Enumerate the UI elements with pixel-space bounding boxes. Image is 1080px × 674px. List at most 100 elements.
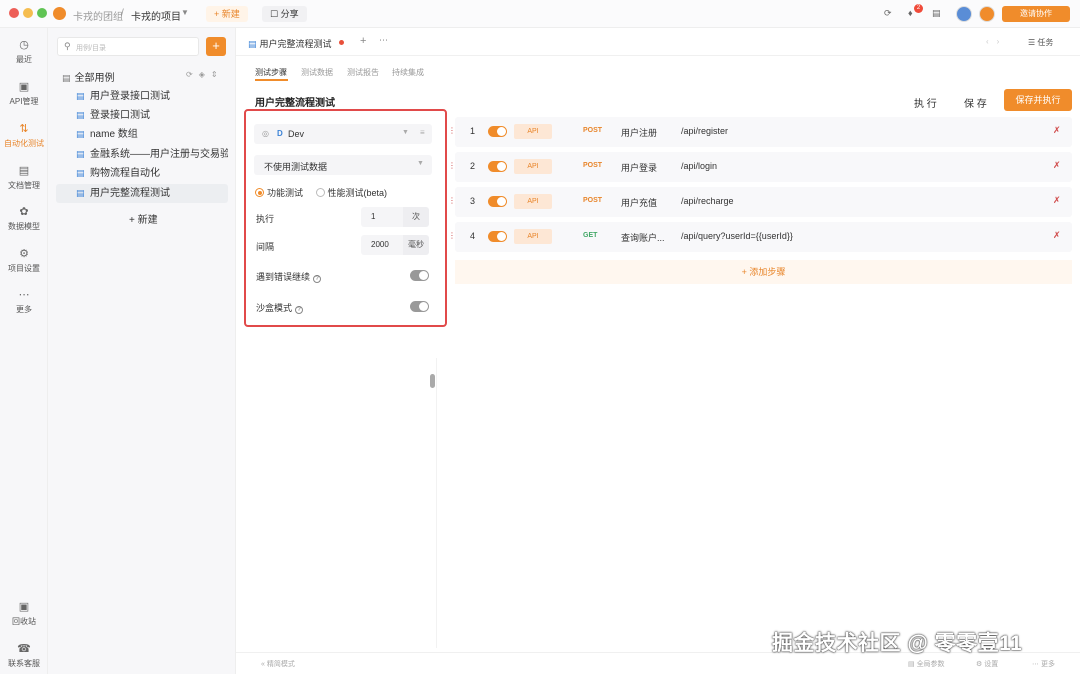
interval-input[interactable]: 2000 bbox=[361, 235, 403, 255]
settings-button[interactable]: ⚙ 设置 bbox=[976, 659, 998, 669]
invite-button[interactable]: 邀请协作 bbox=[1002, 6, 1070, 22]
nav-docs[interactable]: ▤ 文档管理 bbox=[0, 164, 48, 191]
case-tree: ⚲ 用例/目录 + ▤ 全部用例 ⟳◈⇕ ▤ 用户登录接口测试 ▤ 登录接口测试 ▤ n… bbox=[48, 28, 236, 674]
share-button[interactable]: ☐ 分享 bbox=[262, 6, 307, 22]
breadcrumb-project[interactable]: 卡戎的项目 bbox=[131, 8, 181, 23]
chevron-down-icon: ▼ bbox=[417, 160, 424, 167]
case-icon: ▤ bbox=[76, 110, 85, 120]
chevron-down-icon[interactable]: ▼ bbox=[181, 8, 189, 17]
breadcrumb-team[interactable]: 卡戎的团组 bbox=[73, 8, 123, 23]
message-icon[interactable]: ▤ bbox=[932, 8, 941, 19]
add-tab-button[interactable]: + bbox=[360, 35, 366, 47]
tree-item-selected[interactable]: ▤ 用户完整流程测试 bbox=[56, 184, 228, 203]
nav-support[interactable]: ☎ 联系客服 bbox=[0, 642, 48, 669]
step-row[interactable]: ⋮ 4 API GET 查询账户... /api/query?userId={{… bbox=[448, 222, 1072, 252]
unlink-icon[interactable]: ✗ bbox=[1053, 195, 1061, 206]
add-step-button[interactable]: + 添加步骤 bbox=[455, 260, 1072, 284]
nav-more[interactable]: ⋯ 更多 bbox=[0, 288, 48, 315]
close-window-button[interactable] bbox=[9, 8, 19, 18]
zoom-window-button[interactable] bbox=[37, 8, 47, 18]
tab-data[interactable]: 测试数据 bbox=[301, 67, 333, 78]
run-button[interactable]: 执 行 bbox=[914, 95, 937, 110]
more-icon: ⋯ bbox=[1032, 661, 1041, 668]
unlink-icon[interactable]: ✗ bbox=[1053, 230, 1061, 241]
drag-handle-icon[interactable]: ⋮ bbox=[448, 231, 456, 240]
bell-icon[interactable]: ♦ bbox=[908, 8, 913, 18]
team-avatar[interactable] bbox=[979, 6, 995, 22]
search-input[interactable]: ⚲ 用例/目录 bbox=[57, 37, 199, 56]
mode-radio-group: 功能测试 性能测试(beta) bbox=[255, 186, 387, 199]
new-case-button[interactable]: + 新建 bbox=[129, 211, 158, 226]
more-button[interactable]: ⋯ 更多 bbox=[1032, 659, 1055, 669]
clock-icon: ◷ bbox=[19, 39, 29, 51]
tree-tools[interactable]: ⟳◈⇕ bbox=[186, 70, 224, 79]
tree-root[interactable]: ▤ 全部用例 bbox=[62, 69, 115, 84]
step-number: 4 bbox=[470, 231, 476, 241]
filter-icon[interactable]: ◈ bbox=[199, 70, 211, 79]
save-button[interactable]: 保 存 bbox=[964, 95, 987, 110]
sort-icon[interactable]: ⇕ bbox=[211, 70, 224, 79]
nav-trash[interactable]: ▣ 回收站 bbox=[0, 600, 48, 627]
save-and-run-button[interactable]: 保存并执行 bbox=[1004, 89, 1072, 111]
nav-model[interactable]: ✿ 数据模型 bbox=[0, 205, 48, 232]
sync-icon[interactable]: ⟳ bbox=[884, 8, 892, 19]
tab-document[interactable]: ▤ 用户完整流程测试 bbox=[248, 37, 332, 50]
refresh-icon[interactable]: ⟳ bbox=[186, 70, 199, 79]
tree-item[interactable]: ▤ 登录接口测试 bbox=[56, 106, 228, 125]
global-params-button[interactable]: ▤ 全局参数 bbox=[908, 659, 945, 669]
environment-select[interactable]: ◎ D Dev ▼ ≡ bbox=[254, 124, 432, 144]
nav-automation[interactable]: ⇅ 自动化测试 bbox=[0, 122, 48, 149]
more-label: 更多 bbox=[1040, 661, 1055, 668]
tree-item[interactable]: ▤ 购物流程自动化 bbox=[56, 164, 228, 183]
step-enable-toggle[interactable] bbox=[488, 126, 507, 137]
api-icon: ▣ bbox=[18, 81, 30, 93]
sandbox-label-text: 沙盒模式 bbox=[256, 303, 293, 313]
drag-handle-icon[interactable]: ⋮ bbox=[448, 161, 456, 170]
step-enable-toggle[interactable] bbox=[488, 196, 507, 207]
notification-badge: 2 bbox=[914, 4, 923, 13]
compact-mode-button[interactable]: « 精简模式 bbox=[261, 659, 295, 669]
unsaved-dot bbox=[339, 40, 344, 45]
nav-api[interactable]: ▣ API管理 bbox=[0, 80, 48, 107]
minimize-window-button[interactable] bbox=[23, 8, 33, 18]
nav-settings[interactable]: ⚙ 项目设置 bbox=[0, 247, 48, 274]
folder-icon: ▤ bbox=[62, 73, 71, 83]
env-label: Dev bbox=[288, 129, 305, 139]
step-row[interactable]: ⋮ 3 API POST 用户充值 /api/recharge ✗ bbox=[448, 187, 1072, 217]
continue-on-error-toggle[interactable] bbox=[410, 270, 429, 281]
add-case-button[interactable]: + bbox=[206, 37, 226, 56]
env-badge: D bbox=[277, 129, 283, 138]
help-icon[interactable]: ? bbox=[295, 306, 304, 314]
step-enable-toggle[interactable] bbox=[488, 161, 507, 172]
radio-performance[interactable]: 性能测试(beta) bbox=[315, 188, 387, 198]
runs-label: 执行 bbox=[256, 214, 275, 224]
new-button[interactable]: + 新建 bbox=[206, 6, 248, 22]
step-enable-toggle[interactable] bbox=[488, 231, 507, 242]
nav-recent[interactable]: ◷ 最近 bbox=[0, 38, 48, 65]
tab-nav-arrows[interactable]: ‹› bbox=[986, 37, 1007, 46]
tab-more-icon[interactable]: ⋯ bbox=[379, 35, 388, 46]
radio-functional[interactable]: 功能测试 bbox=[255, 188, 303, 198]
test-data-select[interactable]: 不使用测试数据 ▼ bbox=[254, 155, 432, 175]
tree-item[interactable]: ▤ name 数组 bbox=[56, 125, 228, 144]
task-button[interactable]: ☰ 任务 bbox=[1028, 37, 1053, 48]
drag-handle-icon[interactable]: ⋮ bbox=[448, 126, 456, 135]
tree-item-label: 用户登录接口测试 bbox=[90, 91, 170, 102]
step-row[interactable]: ⋮ 2 API POST 用户登录 /api/login ✗ bbox=[448, 152, 1072, 182]
tab-steps[interactable]: 测试步骤 bbox=[255, 67, 287, 78]
unlink-icon[interactable]: ✗ bbox=[1053, 125, 1061, 136]
tree-item[interactable]: ▤ 用户登录接口测试 bbox=[56, 87, 228, 106]
unlink-icon[interactable]: ✗ bbox=[1053, 160, 1061, 171]
runs-input[interactable]: 1 bbox=[361, 207, 403, 227]
sandbox-toggle[interactable] bbox=[410, 301, 429, 312]
tree-item[interactable]: ▤ 金融系统——用户注册与交易验... bbox=[56, 145, 228, 164]
help-icon[interactable]: ? bbox=[313, 275, 322, 283]
step-row[interactable]: ⋮ 1 API POST 用户注册 /api/register ✗ bbox=[448, 117, 1072, 147]
tab-report[interactable]: 测试报告 bbox=[347, 67, 379, 78]
drag-handle-icon[interactable]: ⋮ bbox=[448, 196, 456, 205]
case-icon: ▤ bbox=[76, 188, 85, 198]
env-menu-icon[interactable]: ≡ bbox=[420, 128, 425, 137]
tab-ci[interactable]: 持续集成 bbox=[392, 67, 424, 78]
avatar[interactable] bbox=[956, 6, 972, 22]
scrollbar-handle[interactable] bbox=[430, 374, 435, 388]
